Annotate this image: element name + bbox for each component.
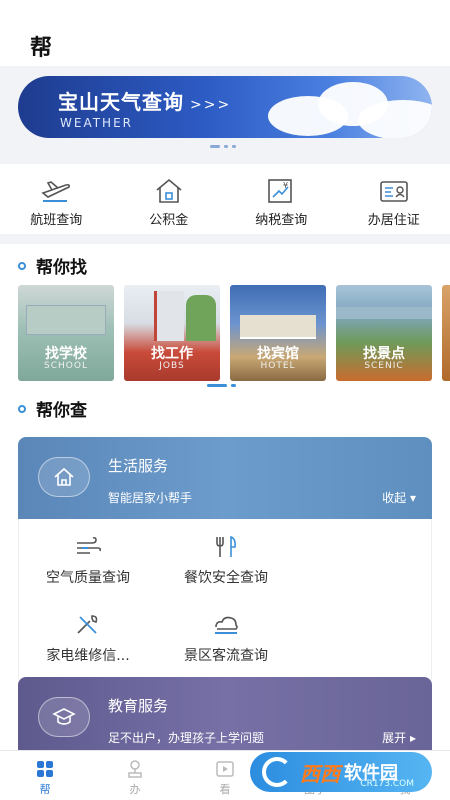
tab-label: 办 (129, 783, 141, 796)
section-bullet-icon (18, 261, 26, 270)
quick-link-label: 纳税查询 (255, 213, 308, 228)
wind-icon (77, 536, 102, 554)
quick-link-tax[interactable]: ¥ 纳税查询 (225, 164, 338, 234)
quick-link-label: 办居住证 (367, 213, 420, 228)
find-card-subtitle: JOBS (159, 361, 185, 371)
find-card-hotel[interactable]: 找宾馆 HOTEL (230, 285, 326, 381)
id-card-icon (379, 181, 408, 202)
watermark-site: CR173.COM (360, 779, 414, 789)
find-card-partial[interactable] (442, 285, 450, 381)
quick-link-flight[interactable]: 航班查询 (0, 164, 113, 234)
tools-icon (77, 615, 98, 634)
graduation-cap-icon (38, 697, 90, 737)
banner-subtitle: WEATHER (60, 116, 133, 130)
find-card-title: 找景点 (363, 346, 405, 362)
find-card-subtitle: SCHOOL (44, 361, 88, 371)
find-carousel[interactable]: 找学校 SCHOOL 找工作 JOBS 找宾馆 HOTEL 找景点 SCENIC (18, 285, 450, 381)
quick-link-fund[interactable]: 公积金 (113, 164, 226, 234)
service-item-air-quality[interactable]: 空气质量查询 (19, 519, 157, 597)
page-title: 帮 (30, 36, 53, 61)
grid-icon (37, 761, 53, 777)
weather-banner[interactable]: 宝山天气查询 >>> WEATHER (18, 76, 432, 138)
site-watermark: 西西 软件园 CR173.COM (250, 752, 432, 792)
scenic-cloud-icon (215, 616, 238, 634)
banner-pager (210, 145, 236, 148)
watermark-brand: 西西 (300, 761, 340, 786)
service-desc: 足不出户，办理孩子上学问题 (108, 731, 265, 745)
find-pager (207, 384, 236, 387)
find-section-title: 帮你找 (18, 253, 87, 278)
service-item-food-safety[interactable]: 餐饮安全查询 (157, 519, 295, 597)
watermark-logo-icon (262, 757, 292, 787)
service-name: 教育服务 (108, 697, 169, 715)
section-bullet-icon (18, 404, 26, 413)
home-icon (38, 457, 90, 497)
tab-label: 看 (219, 783, 231, 796)
tax-icon: ¥ (268, 179, 293, 203)
find-card-subtitle: HOTEL (260, 361, 296, 371)
section-divider (0, 234, 450, 244)
tab-label: 帮 (39, 783, 51, 796)
service-item-label: 餐饮安全查询 (184, 570, 268, 586)
find-card-title: 找工作 (151, 346, 193, 362)
house-icon (156, 178, 182, 203)
find-card-title: 找学校 (45, 346, 87, 362)
service-item-label: 空气质量查询 (46, 570, 130, 586)
life-service-grid: 空气质量查询 餐饮安全查询 家电维修信... 景区客流查询 (18, 519, 432, 686)
tab-help[interactable]: 帮 (0, 751, 90, 800)
find-card-jobs[interactable]: 找工作 JOBS (124, 285, 220, 381)
quick-link-residence[interactable]: 办居住证 (338, 164, 450, 234)
service-item-label: 景区客流查询 (184, 648, 268, 664)
quick-link-label: 公积金 (149, 213, 189, 228)
service-desc: 智能居家小帮手 (108, 491, 193, 505)
check-section-title: 帮你查 (18, 396, 87, 421)
cloud-decoration (358, 100, 432, 138)
service-item-appliance-repair[interactable]: 家电维修信... (19, 597, 157, 675)
collapse-toggle[interactable]: 收起 ▾ (382, 489, 416, 506)
service-item-label: 家电维修信... (46, 648, 130, 664)
quick-link-label: 航班查询 (30, 213, 83, 228)
life-service-card: 生活服务 智能居家小帮手 收起 ▾ 空气质量查询 餐饮安全查询 家电维修信... (18, 437, 432, 686)
edu-service-card: 教育服务 足不出户，办理孩子上学问题 展开 ▸ (18, 677, 432, 759)
airplane-icon (41, 181, 71, 202)
edu-service-header[interactable]: 教育服务 足不出户，办理孩子上学问题 展开 ▸ (18, 677, 432, 759)
expand-toggle[interactable]: 展开 ▸ (382, 729, 416, 746)
svg-text:¥: ¥ (283, 181, 288, 190)
banner-title: 宝山天气查询 >>> (58, 90, 232, 114)
utensils-icon (216, 535, 236, 557)
video-icon (216, 761, 234, 777)
find-card-subtitle: SCENIC (364, 361, 404, 371)
find-card-title: 找宾馆 (257, 346, 299, 362)
service-name: 生活服务 (108, 457, 169, 475)
service-item-scenic-traffic[interactable]: 景区客流查询 (157, 597, 295, 675)
tab-handle[interactable]: 办 (90, 751, 180, 800)
quick-links: 航班查询 公积金 ¥ 纳税查询 办居住证 (0, 164, 450, 234)
find-card-school[interactable]: 找学校 SCHOOL (18, 285, 114, 381)
find-card-scenic[interactable]: 找景点 SCENIC (336, 285, 432, 381)
stamp-icon (128, 760, 142, 778)
life-service-header[interactable]: 生活服务 智能居家小帮手 收起 ▾ (18, 437, 432, 519)
